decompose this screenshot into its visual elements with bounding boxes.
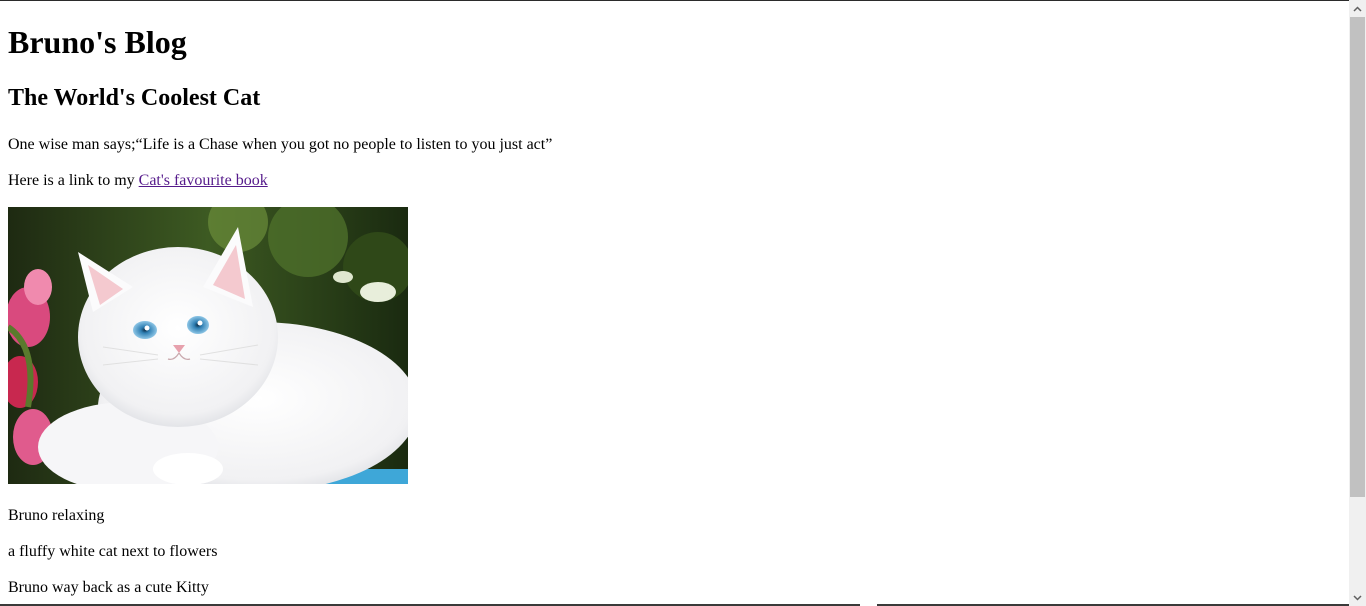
caption-description: a fluffy white cat next to flowers <box>8 543 218 560</box>
scrollbar-thumb[interactable] <box>1350 17 1365 497</box>
link-paragraph: Here is a link to my Cat's favourite boo… <box>8 172 1338 190</box>
blog-subtitle: The World's Coolest Cat <box>8 85 261 111</box>
caption-relaxing: Bruno relaxing <box>8 507 105 524</box>
favourite-book-link[interactable]: Cat's favourite book <box>139 172 268 189</box>
page-content: Bruno's Blog The World's Coolest Cat One… <box>8 0 1338 597</box>
caption-kitty: Bruno way back as a cute Kitty <box>8 579 209 596</box>
chevron-down-icon[interactable] <box>1349 589 1366 606</box>
vertical-scrollbar[interactable] <box>1349 0 1366 606</box>
link-prefix-text: Here is a link to my <box>8 172 139 189</box>
quote-paragraph: One wise man says;“Life is a Chase when … <box>8 136 553 153</box>
cat-photo <box>8 207 408 484</box>
chevron-up-icon[interactable] <box>1349 0 1366 17</box>
blog-title: Bruno's Blog <box>8 24 187 60</box>
